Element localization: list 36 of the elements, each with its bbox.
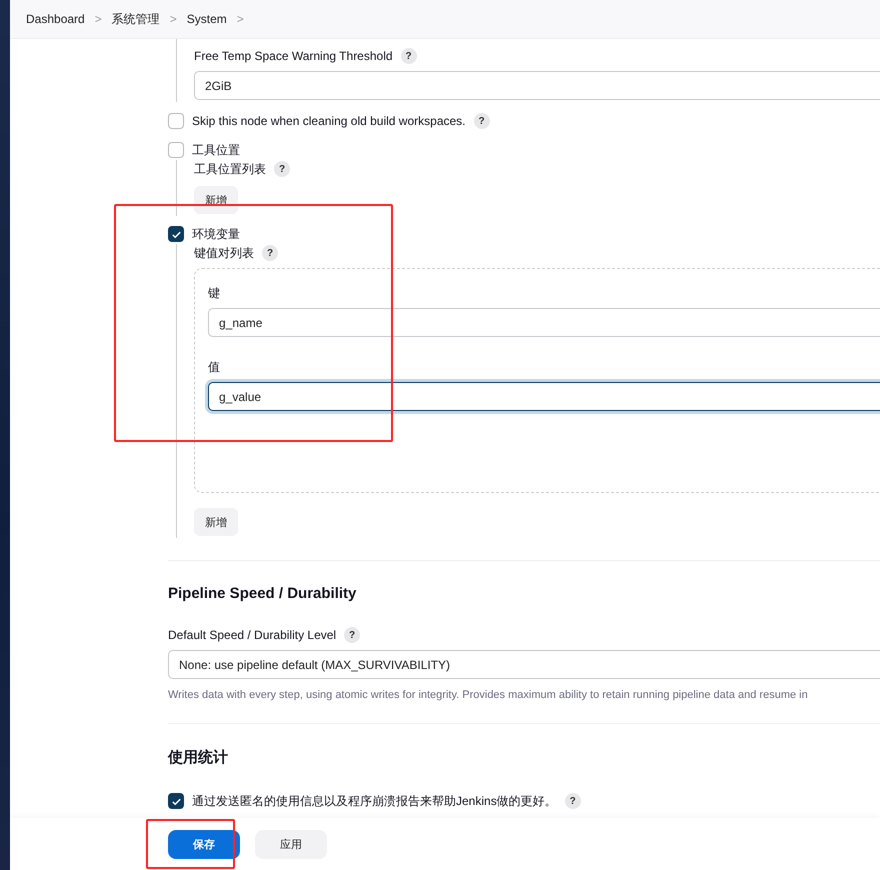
field-label: 工具位置列表 [194,160,266,178]
save-button[interactable]: 保存 [168,830,240,858]
help-icon[interactable]: ? [344,627,360,643]
breadcrumb-separator: > [94,12,102,26]
add-button[interactable]: 新增 [194,508,238,536]
input-field[interactable]: 2GiB [194,71,880,100]
breadcrumb-link[interactable]: Dashboard [26,12,85,26]
select-field[interactable]: None: use pipeline default (MAX_SURVIVABILITY) [168,650,880,679]
help-icon[interactable]: ? [274,161,290,177]
checkbox-label: 环境变量 [192,226,240,242]
field-label: 键 [208,285,221,302]
help-icon[interactable]: ? [400,48,417,64]
checkbox[interactable] [168,226,184,242]
checkbox-label: 工具位置 [192,142,240,158]
field-label: 值 [208,359,221,376]
help-icon[interactable]: ? [474,113,490,129]
section-heading: 使用统计 [168,748,229,767]
checkbox-label: Skip this node when cleaning old build workspaces. [192,114,466,128]
breadcrumb-separator: > [170,12,177,26]
help-icon[interactable]: ? [564,793,581,809]
checkbox-label: 通过发送匿名的使用信息以及程序崩溃报告来帮助Jenkins做的更好。 [192,792,557,810]
breadcrumb-separator: > [236,12,244,26]
field-label: Free Temp Space Warning Threshold [194,49,393,63]
field-description: Writes data with every step, using atomic writes for integrity. Provides maximum ability to retain running pipeline data and resume in [168,689,809,701]
checkbox[interactable] [168,113,184,129]
input-field[interactable]: g_name [208,308,880,337]
breadcrumb-link[interactable]: System [186,12,227,26]
apply-button[interactable]: 应用 [255,830,327,858]
checkbox[interactable] [168,142,184,158]
input-field[interactable]: g_value [208,382,880,411]
help-icon[interactable]: ? [262,245,278,261]
field-label: 键值对列表 [194,244,254,262]
checkbox[interactable] [168,793,184,809]
breadcrumb-link[interactable]: 系统管理 [112,10,160,28]
section-heading: Pipeline Speed / Durability [168,585,358,602]
field-label: Default Speed / Durability Level [168,628,336,642]
